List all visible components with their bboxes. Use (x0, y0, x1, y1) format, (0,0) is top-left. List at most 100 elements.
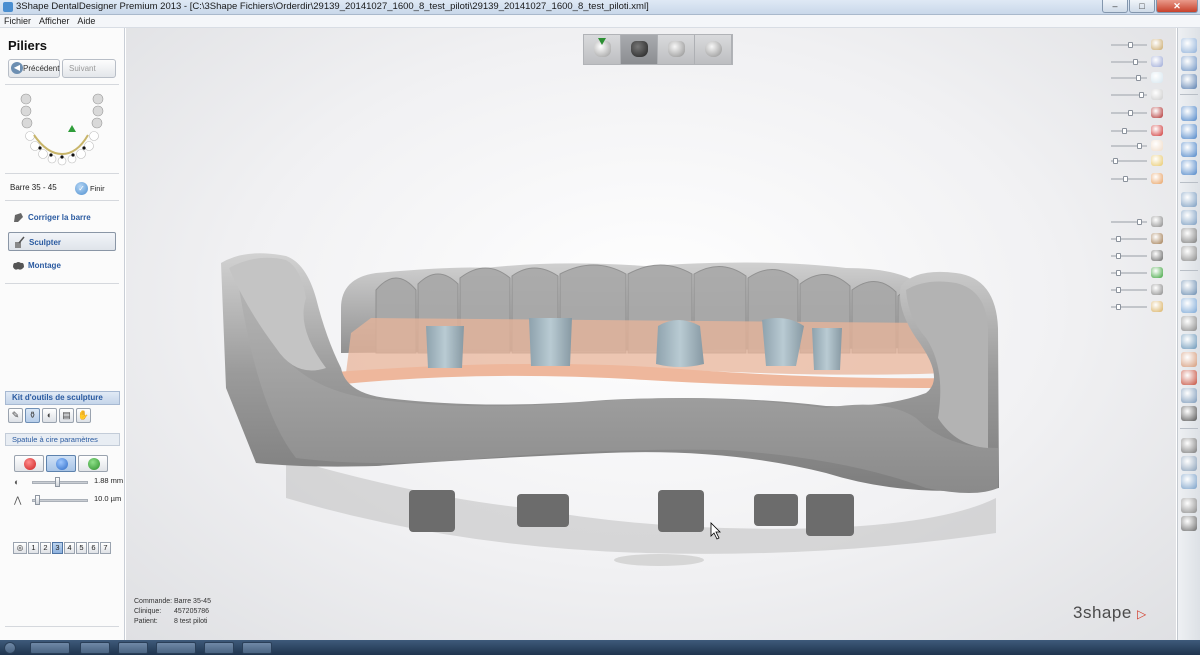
slider-thumb[interactable] (1115, 253, 1121, 259)
smooth-wax-button[interactable] (78, 455, 108, 472)
taskbar-item[interactable] (80, 642, 110, 654)
brush-size-6[interactable]: 6 (88, 542, 99, 554)
slider-thumb[interactable] (1115, 270, 1121, 276)
book-icon[interactable] (1181, 316, 1197, 331)
slider-thumb[interactable] (1137, 219, 1143, 225)
occlusion-icon[interactable] (1181, 498, 1197, 513)
taskbar-item[interactable] (118, 642, 148, 654)
view-sphere-button[interactable] (695, 35, 732, 64)
slider-thumb[interactable] (1137, 143, 1143, 149)
taskbar-item[interactable] (242, 642, 272, 654)
crown-visibility-slider[interactable] (1111, 176, 1147, 182)
view-crown-button[interactable] (658, 35, 695, 64)
morph-tool-icon[interactable]: ✋ (76, 408, 91, 423)
slider-thumb[interactable] (1138, 92, 1144, 98)
view-left-icon[interactable] (1181, 142, 1197, 157)
menu-fichier[interactable]: Fichier (4, 15, 31, 27)
slider-thumb[interactable] (1112, 158, 1118, 164)
maximize-button[interactable]: □ (1129, 0, 1155, 13)
warning-icon[interactable] (1181, 370, 1197, 385)
user-icon[interactable] (1181, 298, 1197, 313)
wax-slider[interactable] (32, 499, 88, 502)
finish-button[interactable]: ✓ Finir (75, 182, 105, 196)
pin-visibility-slider[interactable] (1111, 287, 1147, 293)
camera-icon[interactable] (1181, 406, 1197, 421)
slider-thumb[interactable] (1115, 236, 1121, 242)
close-button[interactable]: ✕ (1156, 0, 1198, 13)
section-icon[interactable] (1181, 210, 1197, 225)
antagonist-visibility-slider[interactable] (1111, 59, 1147, 65)
menu-aide[interactable]: Aide (77, 15, 95, 27)
view-right-icon[interactable] (1181, 160, 1197, 175)
view-front-icon[interactable] (1181, 106, 1197, 121)
view-back-icon[interactable] (1181, 124, 1197, 139)
slider-thumb[interactable] (1132, 59, 1138, 65)
diamond-icon[interactable] (1181, 438, 1197, 453)
cut-visibility-slider[interactable] (1111, 110, 1147, 116)
tooth-chart[interactable] (12, 92, 112, 168)
measure-icon[interactable] (1181, 192, 1197, 207)
checklist-icon[interactable] (1181, 388, 1197, 403)
bar-visibility-slider[interactable] (1111, 158, 1147, 164)
step-sculpt[interactable]: Sculpter (8, 232, 116, 251)
slider-thumb[interactable] (1128, 42, 1134, 48)
step-mounting[interactable]: Montage (8, 256, 116, 275)
abutment-visibility-slider[interactable] (1111, 128, 1147, 134)
slider-thumb[interactable] (1135, 75, 1141, 81)
brush-shape-icon[interactable]: ◎ (13, 542, 27, 554)
scanbody-visibility-slider[interactable] (1111, 270, 1147, 276)
library-visibility-slider[interactable] (1111, 304, 1147, 310)
brush-size-3[interactable]: 3 (52, 542, 63, 554)
step-correct-bar[interactable]: Corriger la barre (8, 208, 116, 227)
margin-visibility-slider[interactable] (1111, 143, 1147, 149)
view-upper-button[interactable] (584, 35, 621, 64)
screw-visibility-slider[interactable] (1111, 253, 1147, 259)
gingiva-visibility-slider[interactable] (1111, 92, 1147, 98)
start-button-icon[interactable] (4, 642, 16, 654)
size-slider[interactable] (32, 481, 88, 484)
brush-size-5[interactable]: 5 (76, 542, 87, 554)
taskbar-item[interactable] (30, 642, 70, 654)
next-button[interactable]: Suivant (62, 59, 116, 78)
taskbar-item[interactable] (156, 642, 196, 654)
slider-thumb[interactable] (1128, 110, 1134, 116)
shape-tool-icon[interactable]: ▤ (59, 408, 74, 423)
clip-icon[interactable] (1181, 228, 1197, 243)
rotate-view-icon[interactable] (1181, 74, 1197, 89)
taskbar-item[interactable] (204, 642, 234, 654)
tool-icon[interactable] (1181, 280, 1197, 295)
avatar-icon[interactable] (1181, 352, 1197, 367)
snap-icon[interactable] (1181, 456, 1197, 471)
dental-model-render[interactable] (126, 28, 1176, 640)
layers-icon[interactable] (1181, 334, 1197, 349)
brush-size-4[interactable]: 4 (64, 542, 75, 554)
fit-view-icon[interactable] (1181, 56, 1197, 71)
slider-thumb[interactable] (1115, 304, 1121, 310)
tooth-view-icon[interactable] (1181, 516, 1197, 531)
size-slider-thumb[interactable] (54, 477, 60, 487)
brush-size-7[interactable]: 7 (100, 542, 111, 554)
slider-thumb[interactable] (1121, 128, 1127, 134)
spatula-params-header[interactable]: Spatule à cire paramètres (5, 433, 120, 446)
cube-icon[interactable] (1181, 246, 1197, 261)
3d-viewport[interactable]: Commande: Barre 35-45 Clinique: 457205786 … (126, 28, 1176, 640)
remove-wax-button[interactable] (46, 455, 76, 472)
slider-thumb[interactable] (1123, 176, 1129, 182)
pencil-tool-icon[interactable]: ✎ (8, 408, 23, 423)
smooth-tool-icon[interactable]: ◐ (42, 408, 57, 423)
previous-button[interactable]: ◀ Précédent (8, 59, 60, 78)
implant-visibility-slider[interactable] (1111, 219, 1147, 225)
brush-size-1[interactable]: 1 (28, 542, 39, 554)
analog-visibility-slider[interactable] (1111, 236, 1147, 242)
minimize-button[interactable]: – (1102, 0, 1128, 13)
model-visibility-slider[interactable] (1111, 42, 1147, 48)
slider-thumb[interactable] (1115, 287, 1121, 293)
scan-visibility-slider[interactable] (1111, 75, 1147, 81)
wax-slider-thumb[interactable] (34, 495, 40, 505)
brush-size-2[interactable]: 2 (40, 542, 51, 554)
sculpt-kit-header[interactable]: Kit d'outils de sculpture (5, 391, 120, 405)
add-wax-button[interactable] (14, 455, 44, 472)
view-model-button[interactable] (621, 35, 658, 64)
wax-knife-tool-icon[interactable]: ⚱ (25, 408, 40, 423)
zoom-in-icon[interactable] (1181, 38, 1197, 53)
